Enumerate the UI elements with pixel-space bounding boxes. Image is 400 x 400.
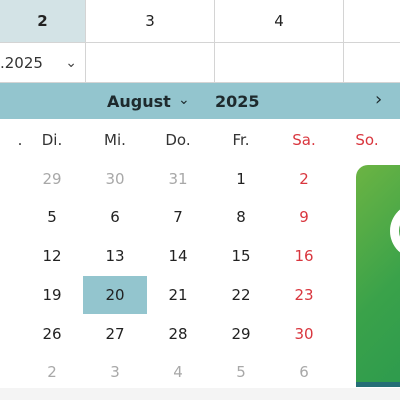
calendar-day[interactable]: 12 <box>20 237 84 275</box>
calendar-day[interactable]: 7 <box>146 198 210 236</box>
column-header-4[interactable]: 4 <box>215 0 344 43</box>
weekday-label: Di. <box>41 131 63 149</box>
calendar-day-selected[interactable]: 20 <box>83 276 147 314</box>
calendar-day-other-month[interactable]: 5 <box>209 353 273 391</box>
weekday-label-weekend: Sa. <box>292 131 316 149</box>
calendar-popup: August ⌄ 2025 › . Di. Mi. Do. Fr. Sa. So… <box>0 83 400 400</box>
calendar-day-weekend[interactable]: 23 <box>272 276 336 314</box>
app-tile-icon[interactable] <box>356 165 400 387</box>
calendar-day-other-month[interactable]: 29 <box>20 160 84 198</box>
next-month-icon[interactable]: › <box>375 89 382 110</box>
bottom-strip <box>0 388 400 400</box>
calendar-day[interactable]: 13 <box>83 237 147 275</box>
calendar-day[interactable]: 22 <box>209 276 273 314</box>
date-picker-field[interactable]: .2025 ⌄ <box>0 43 86 83</box>
calendar-day-weekend[interactable]: 30 <box>272 315 336 353</box>
calendar-day[interactable]: 21 <box>146 276 210 314</box>
calendar-day-other-month[interactable]: 2 <box>20 353 84 391</box>
calendar-day[interactable]: 19 <box>20 276 84 314</box>
calendar-day[interactable]: 5 <box>20 198 84 236</box>
cell-col3[interactable] <box>86 43 215 83</box>
year-label[interactable]: 2025 <box>215 92 260 111</box>
cell-col5[interactable] <box>344 43 400 83</box>
weekday-label-weekend: So. <box>355 131 379 149</box>
calendar-day-other-month[interactable]: 4 <box>146 353 210 391</box>
calendar-day[interactable]: 8 <box>209 198 273 236</box>
column-header-label: 2 <box>37 12 48 30</box>
weekday-label: Mi. <box>104 131 126 149</box>
weekday-label: Fr. <box>232 131 250 149</box>
calendar-header: August ⌄ 2025 › <box>0 83 400 119</box>
cell-col4[interactable] <box>215 43 344 83</box>
date-field-value: .2025 <box>0 53 43 72</box>
calendar-day[interactable]: 15 <box>209 237 273 275</box>
calendar-day[interactable]: 1 <box>209 160 273 198</box>
calendar-day[interactable]: 26 <box>20 315 84 353</box>
calendar-day-other-month[interactable]: 31 <box>146 160 210 198</box>
calendar-day-weekend[interactable]: 16 <box>272 237 336 275</box>
calendar-day[interactable]: 29 <box>209 315 273 353</box>
calendar-day-other-month[interactable]: 6 <box>272 353 336 391</box>
calendar-day[interactable]: 6 <box>83 198 147 236</box>
column-header-2[interactable]: 2 <box>0 0 86 43</box>
calendar-day[interactable]: 28 <box>146 315 210 353</box>
app-glyph-icon <box>390 203 400 259</box>
calendar-day[interactable]: 14 <box>146 237 210 275</box>
calendar-day-other-month[interactable]: 3 <box>83 353 147 391</box>
month-label[interactable]: August <box>107 92 171 111</box>
calendar-day-weekend[interactable]: 2 <box>272 160 336 198</box>
chevron-down-icon[interactable]: ⌄ <box>178 92 190 108</box>
tile-bottom-bar <box>356 382 400 387</box>
calendar-day-other-month[interactable]: 30 <box>83 160 147 198</box>
calendar-day[interactable]: 27 <box>83 315 147 353</box>
column-header-3[interactable]: 3 <box>86 0 215 43</box>
column-header-next[interactable] <box>344 0 400 43</box>
column-header-label: 3 <box>145 12 155 30</box>
column-header-label: 4 <box>274 12 284 30</box>
calendar-day-weekend[interactable]: 9 <box>272 198 336 236</box>
chevron-down-icon[interactable]: ⌄ <box>65 55 77 71</box>
weekday-label: Do. <box>165 131 191 149</box>
